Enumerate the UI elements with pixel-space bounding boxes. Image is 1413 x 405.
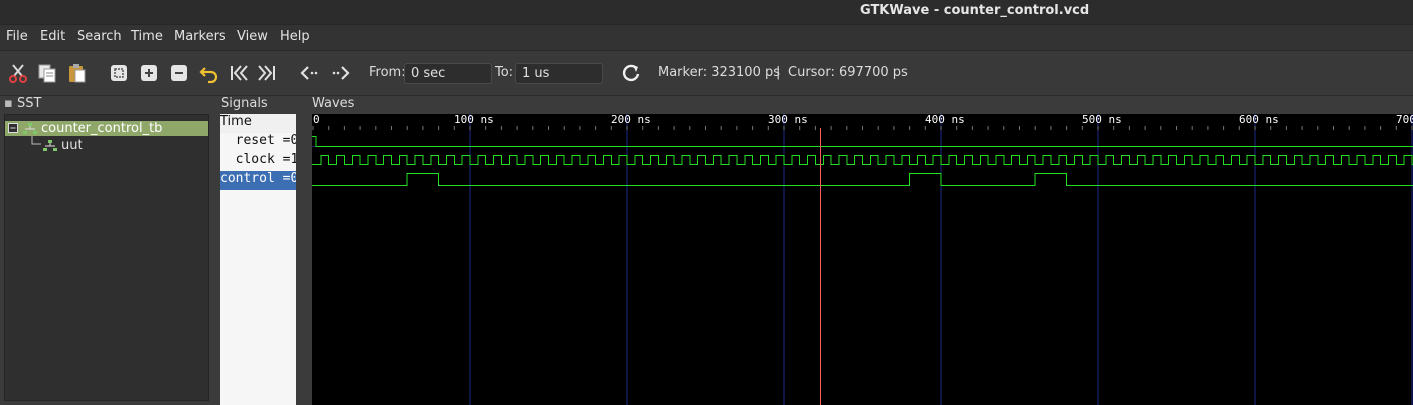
time-tick-label: 200 ns — [611, 114, 651, 126]
copy-icon[interactable] — [36, 62, 58, 84]
time-tick-label: 700 — [1396, 114, 1413, 126]
from-time-input[interactable] — [404, 63, 492, 84]
previous-edge-icon[interactable] — [299, 62, 321, 84]
time-tick-label: 500 ns — [1082, 114, 1122, 126]
waveform-svg[interactable]: 0 100 ns 200 ns 300 ns 400 ns 500 ns 600 ns 700 — [312, 114, 1413, 405]
marker-readout: Marker: 323100 ps — [658, 65, 781, 80]
tree-collapse-icon[interactable] — [8, 123, 19, 134]
menu-help[interactable]: Help — [280, 29, 310, 44]
time-header[interactable]: Time — [220, 114, 296, 133]
time-tick-label: 100 ns — [454, 114, 494, 126]
jump-start-icon[interactable] — [228, 62, 250, 84]
next-edge-icon[interactable] — [329, 62, 351, 84]
zoom-fit-icon[interactable] — [108, 62, 130, 84]
jump-end-icon[interactable] — [256, 62, 278, 84]
to-time-input[interactable] — [515, 63, 603, 84]
waves-title: Waves — [312, 96, 355, 111]
tree-label: uut — [61, 138, 83, 153]
time-tick-label: 0 — [313, 114, 320, 126]
reset-trace — [312, 136, 1413, 147]
hierarchy-icon — [43, 140, 57, 151]
tree-label: counter_control_tb — [41, 121, 163, 136]
menu-view[interactable]: View — [237, 29, 268, 44]
collapse-handle-icon: ▪ — [4, 96, 13, 111]
clock-trace — [312, 155, 1413, 165]
undo-icon[interactable] — [198, 62, 220, 84]
menu-edit[interactable]: Edit — [40, 29, 65, 44]
to-label: To: — [495, 65, 514, 80]
reload-icon[interactable] — [620, 62, 642, 84]
readout-separator: | — [776, 65, 781, 80]
signal-row-control[interactable]: control =0 — [220, 171, 296, 190]
time-tick-label: 300 ns — [768, 114, 808, 126]
paste-icon[interactable] — [66, 62, 88, 84]
menu-time[interactable]: Time — [131, 29, 163, 44]
cut-icon[interactable] — [7, 62, 29, 84]
signals-pane: Signals Time reset =0 clock =1 control =… — [219, 96, 300, 405]
waves-pane: Waves 0 100 ns 200 ns 300 ns 400 ns 500 ns 600… — [306, 96, 1413, 405]
signals-list[interactable]: Time reset =0 clock =1 control =0 — [220, 114, 296, 405]
cursor-readout: Cursor: 697700 ps — [788, 65, 908, 80]
tree-item-counter-control-tb[interactable]: counter_control_tb — [5, 121, 208, 136]
sst-pane: ▪ SST counter_control_tb uut — [0, 96, 213, 405]
hierarchy-icon — [23, 123, 37, 134]
sst-tree[interactable]: counter_control_tb uut — [4, 114, 209, 401]
from-label: From: — [369, 65, 406, 80]
control-trace — [312, 173, 1413, 186]
title-bar: GTKWave - counter_control.vcd — [0, 0, 1413, 25]
sst-title: SST — [16, 96, 42, 111]
tree-item-uut[interactable]: uut — [5, 136, 208, 153]
signals-title: Signals — [221, 96, 268, 111]
time-tick-label: 400 ns — [925, 114, 965, 126]
toolbar: From: To: Marker: 323100 ps | Cursor: 69… — [0, 51, 1413, 96]
signal-row-clock[interactable]: clock =1 — [220, 152, 296, 171]
sst-header[interactable]: ▪ SST — [4, 96, 41, 111]
time-tick-label: 600 ns — [1239, 114, 1279, 126]
signal-row-reset[interactable]: reset =0 — [220, 133, 296, 152]
menu-search[interactable]: Search — [77, 29, 122, 44]
zoom-in-icon[interactable] — [138, 62, 160, 84]
window-title: GTKWave - counter_control.vcd — [860, 3, 1090, 18]
menu-markers[interactable]: Markers — [174, 29, 226, 44]
menu-file[interactable]: File — [6, 29, 28, 44]
menu-bar: File Edit Search Time Markers View Help — [0, 25, 1413, 51]
zoom-out-icon[interactable] — [168, 62, 190, 84]
wave-canvas[interactable]: 0 100 ns 200 ns 300 ns 400 ns 500 ns 600 ns 700 — [312, 114, 1413, 405]
